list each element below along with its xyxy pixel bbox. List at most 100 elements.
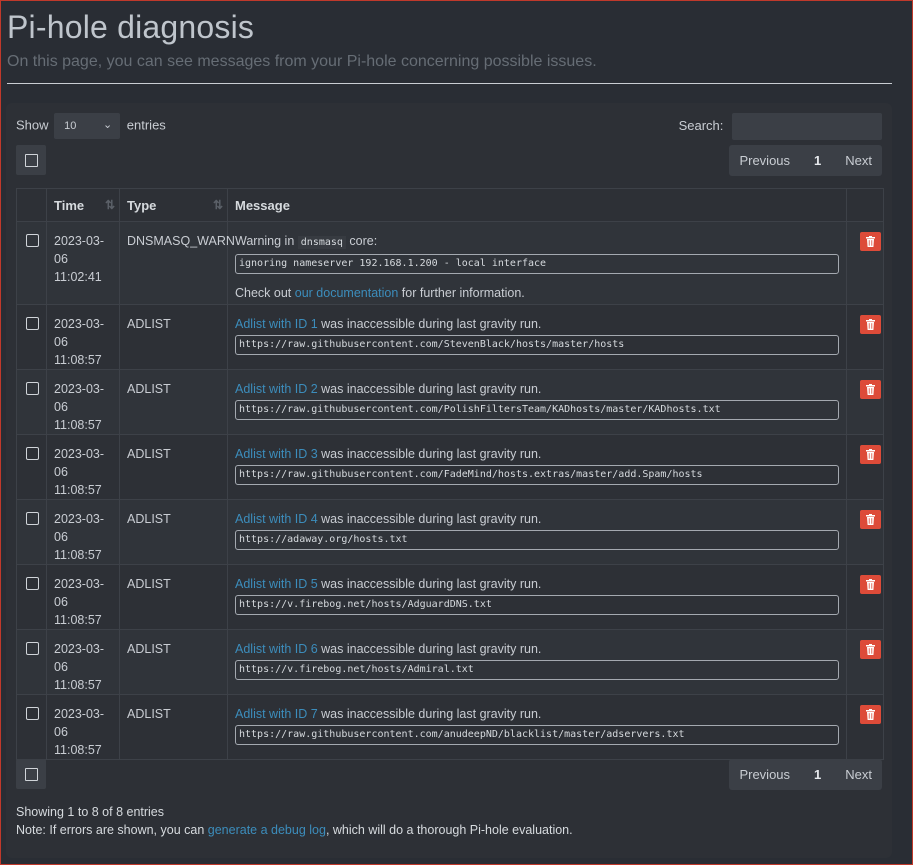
delete-button[interactable]: [860, 380, 881, 399]
row-checkbox[interactable]: [26, 382, 39, 395]
trash-icon: [866, 319, 875, 330]
message-text: Adlist with ID 4 was inaccessible during…: [235, 512, 542, 526]
message-type: ADLIST: [127, 577, 171, 591]
row-checkbox[interactable]: [26, 707, 39, 720]
time-column-header[interactable]: Time ⇅: [46, 188, 120, 222]
chevron-down-icon: ⌄: [102, 119, 113, 131]
message-code: ignoring nameserver 192.168.1.200 - loca…: [235, 254, 839, 274]
entries-select[interactable]: 10 ⌄: [54, 113, 121, 139]
messages-panel: Show 10 ⌄ entries Search: Previous 1 Nex…: [6, 103, 892, 858]
delete-button[interactable]: [860, 445, 881, 464]
message-type: ADLIST: [127, 317, 171, 331]
page-1-button[interactable]: 1: [800, 759, 835, 790]
message-type: ADLIST: [127, 642, 171, 656]
table-row: 2023-03-06 11:08:57 ADLIST Adlist with ID…: [16, 629, 884, 695]
message-date: 2023-03-06: [54, 642, 105, 674]
select-all-button-bottom[interactable]: [16, 759, 46, 789]
entries-length-control: Show 10 ⌄ entries: [16, 113, 166, 139]
row-checkbox[interactable]: [26, 642, 39, 655]
message-code: https://v.firebog.net/hosts/Admiral.txt: [235, 660, 839, 680]
message-date: 2023-03-06: [54, 577, 105, 609]
page-title: Pi-hole diagnosis: [7, 9, 255, 45]
message-date: 2023-03-06: [54, 317, 105, 349]
messages-table: Time ⇅ Type ⇅ Message 2023-03-06 11:02:41 D…: [16, 188, 884, 760]
message-time: 11:08:57: [54, 613, 102, 627]
message-code: https://raw.githubusercontent.com/Steven…: [235, 335, 839, 355]
message-code: https://raw.githubusercontent.com/Polish…: [235, 400, 839, 420]
delete-button[interactable]: [860, 315, 881, 334]
adlist-link[interactable]: Adlist with ID 3: [235, 447, 318, 461]
adlist-link[interactable]: Adlist with ID 4: [235, 512, 318, 526]
message-code: https://adaway.org/hosts.txt: [235, 530, 839, 550]
entries-label: entries: [126, 117, 166, 133]
message-type: ADLIST: [127, 512, 171, 526]
table-header-row: Time ⇅ Type ⇅ Message: [16, 188, 884, 222]
sort-icon: ⇅: [212, 198, 223, 212]
message-type: ADLIST: [127, 382, 171, 396]
message-time: 11:08:57: [54, 678, 102, 692]
message-date: 2023-03-06: [54, 234, 105, 266]
message-date: 2023-03-06: [54, 512, 105, 544]
action-column-header: [846, 188, 884, 222]
next-button[interactable]: Next: [835, 759, 882, 790]
type-column-header[interactable]: Type ⇅: [119, 188, 228, 222]
show-label: Show: [16, 117, 49, 133]
table-row: 2023-03-06 11:08:57 ADLIST Adlist with ID…: [16, 434, 884, 500]
debug-note: Note: If errors are shown, you can gener…: [16, 823, 573, 837]
message-text: Adlist with ID 5 was inaccessible during…: [235, 577, 542, 591]
search-input[interactable]: [732, 113, 882, 140]
message-type: ADLIST: [127, 447, 171, 461]
checkbox-icon: [24, 767, 38, 781]
previous-button[interactable]: Previous: [729, 759, 800, 790]
row-checkbox[interactable]: [26, 512, 39, 525]
adlist-link[interactable]: Adlist with ID 2: [235, 382, 318, 396]
message-text: Adlist with ID 2 was inaccessible during…: [235, 382, 542, 396]
pagination-top: Previous 1 Next: [729, 145, 882, 176]
message-time: 11:08:57: [54, 743, 102, 757]
row-checkbox[interactable]: [26, 317, 39, 330]
table-toolbar: Show 10 ⌄ entries Search:: [16, 113, 882, 141]
message-time: 11:08:57: [54, 418, 102, 432]
previous-button[interactable]: Previous: [729, 145, 800, 176]
trash-icon: [866, 644, 875, 655]
delete-button[interactable]: [860, 510, 881, 529]
delete-button[interactable]: [860, 232, 881, 251]
search-label: Search:: [678, 117, 724, 133]
message-code: https://raw.githubusercontent.com/anudee…: [235, 725, 839, 745]
message-time: 11:08:57: [54, 548, 102, 562]
adlist-link[interactable]: Adlist with ID 6: [235, 642, 318, 656]
documentation-link[interactable]: our documentation: [295, 286, 399, 300]
table-row: 2023-03-06 11:08:57 ADLIST Adlist with ID…: [16, 564, 884, 630]
adlist-link[interactable]: Adlist with ID 1: [235, 317, 318, 331]
trash-icon: [866, 384, 875, 395]
select-column-header: [16, 188, 47, 222]
message-time: 11:02:41: [54, 270, 102, 284]
message-code: https://v.firebog.net/hosts/AdguardDNS.t…: [235, 595, 839, 615]
trash-icon: [866, 236, 875, 247]
row-checkbox[interactable]: [26, 577, 39, 590]
pagination-bottom: Previous 1 Next: [729, 759, 882, 790]
delete-button[interactable]: [860, 705, 881, 724]
adlist-link[interactable]: Adlist with ID 7: [235, 707, 318, 721]
trash-icon: [866, 579, 875, 590]
message-note: Check out our documentation for further …: [235, 286, 525, 300]
delete-button[interactable]: [860, 640, 881, 659]
inline-code: dnsmasq: [297, 236, 346, 249]
page-1-button[interactable]: 1: [800, 145, 835, 176]
sort-icon: ⇅: [104, 198, 115, 212]
table-row: 2023-03-06 11:08:57 ADLIST Adlist with ID…: [16, 499, 884, 565]
message-text: Adlist with ID 3 was inaccessible during…: [235, 447, 542, 461]
row-checkbox[interactable]: [26, 234, 39, 247]
delete-button[interactable]: [860, 575, 881, 594]
message-text: Adlist with ID 1 was inaccessible during…: [235, 317, 542, 331]
adlist-link[interactable]: Adlist with ID 5: [235, 577, 318, 591]
message-time: 11:08:57: [54, 483, 102, 497]
trash-icon: [866, 449, 875, 460]
message-date: 2023-03-06: [54, 382, 105, 414]
select-all-button-top[interactable]: [16, 145, 46, 175]
row-checkbox[interactable]: [26, 447, 39, 460]
message-text: Warning in dnsmasq core:: [235, 234, 378, 249]
page-subtitle: On this page, you can see messages from …: [7, 53, 597, 70]
debug-log-link[interactable]: generate a debug log: [208, 823, 326, 837]
next-button[interactable]: Next: [835, 145, 882, 176]
